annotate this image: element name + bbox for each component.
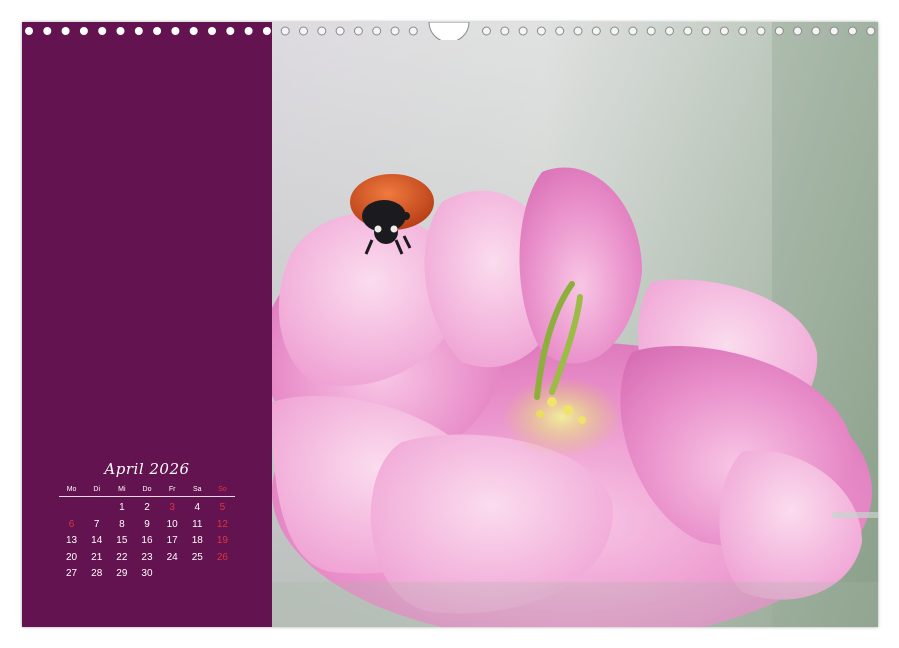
binding-hole <box>811 26 821 36</box>
calendar-day: 5 <box>219 502 226 513</box>
binding-hole <box>738 26 748 36</box>
binding-hole <box>372 26 382 36</box>
binding-hole <box>774 26 784 36</box>
binding-hole <box>61 27 70 35</box>
binding-hole <box>500 26 510 36</box>
binding-hole <box>208 27 216 35</box>
calendar-day: 29 <box>116 568 128 579</box>
binding-hole <box>171 27 180 35</box>
calendar-day: 22 <box>116 551 128 563</box>
calendar-day: 19 <box>216 535 228 546</box>
binding-hole <box>353 26 363 36</box>
calendar-day: 28 <box>91 568 103 579</box>
binding-hole <box>189 27 198 35</box>
binding-hole <box>262 27 271 35</box>
calendar-day: 17 <box>166 535 178 546</box>
binding-hole <box>665 26 674 36</box>
flower-photo <box>272 22 878 627</box>
binding-hole <box>408 26 418 36</box>
binding-hole <box>317 26 327 36</box>
spiral-binding-holes <box>22 22 878 40</box>
binding-hole <box>134 27 143 35</box>
binding-hole <box>573 26 583 36</box>
weekday-header: Di <box>84 486 110 497</box>
binding-hole <box>299 26 308 36</box>
calendar-grid: Mo Di Mi Do Fr Sa So 1 2 3 4 5 6 7 8 9 10 11 12 13 14 15 16 17 1… <box>59 486 235 583</box>
calendar-day: 21 <box>91 551 103 563</box>
hanger-notch <box>428 22 470 40</box>
binding-hole <box>335 26 345 36</box>
calendar-day: 2 <box>144 502 150 513</box>
month-calendar: April 2026 Mo Di Mi Do Fr Sa So 1 2 3 4 5 6 7 8 9 10 11 12… <box>59 460 235 583</box>
calendar-day: 15 <box>116 535 128 546</box>
binding-hole <box>390 26 400 36</box>
binding-hole <box>536 26 546 36</box>
weekday-header: Mi <box>109 486 135 497</box>
weekday-header: So <box>209 486 235 497</box>
calendar-day: 11 <box>192 518 203 530</box>
calendar-day: 10 <box>166 518 178 530</box>
weekday-header: Fr <box>159 486 185 497</box>
calendar-day: 9 <box>144 518 150 530</box>
calendar-day: 1 <box>119 502 125 513</box>
binding-hole <box>756 26 766 36</box>
binding-hole <box>866 26 876 36</box>
weekday-header: Mo <box>59 486 85 497</box>
binding-hole <box>555 26 565 36</box>
binding-hole <box>518 26 528 36</box>
calendar-day <box>185 566 210 583</box>
calendar-day: 14 <box>91 535 103 546</box>
binding-hole <box>591 26 601 36</box>
binding-hole <box>701 26 711 36</box>
calendar-day <box>84 500 109 517</box>
calendar-day: 20 <box>66 551 78 563</box>
calendar-day: 25 <box>191 551 203 563</box>
calendar-day: 16 <box>141 535 153 546</box>
binding-hole <box>482 26 491 36</box>
calendar-day <box>59 500 84 517</box>
binding-hole <box>116 27 125 35</box>
calendar-day: 12 <box>216 518 228 530</box>
binding-hole <box>226 27 235 35</box>
calendar-day: 13 <box>66 535 78 546</box>
binding-hole <box>683 26 693 36</box>
calendar-day: 26 <box>216 551 228 563</box>
binding-hole <box>829 26 839 36</box>
binding-hole <box>646 26 656 36</box>
calendar-day: 27 <box>66 568 78 579</box>
calendar-page: April 2026 Mo Di Mi Do Fr Sa So 1 2 3 4 5 6 7 8 9 10 11 12… <box>22 22 878 627</box>
binding-hole <box>793 26 803 36</box>
calendar-day: 4 <box>194 502 201 513</box>
calendar-day: 23 <box>141 551 153 563</box>
binding-hole <box>628 26 638 36</box>
calendar-day <box>210 566 235 583</box>
binding-hole <box>43 27 52 35</box>
calendar-day: 6 <box>68 518 75 530</box>
binding-hole <box>848 26 857 36</box>
calendar-day: 24 <box>166 551 178 563</box>
calendar-day: 3 <box>169 502 175 513</box>
binding-hole <box>719 26 729 36</box>
calendar-day: 30 <box>141 568 153 579</box>
binding-hole <box>25 27 33 35</box>
binding-hole <box>280 26 290 36</box>
binding-hole <box>98 27 107 35</box>
binding-hole <box>244 27 253 35</box>
binding-hole <box>153 27 162 35</box>
binding-hole <box>79 27 88 35</box>
calendar-day: 18 <box>191 535 203 546</box>
calendar-day <box>160 566 185 583</box>
calendar-day: 7 <box>93 518 100 530</box>
ladybug-on-pink-flower-image <box>272 22 878 627</box>
weekday-header: Sa <box>184 486 210 497</box>
calendar-day: 8 <box>119 518 125 530</box>
weekday-header: Do <box>134 486 160 497</box>
month-title: April 2026 <box>104 460 190 478</box>
binding-hole <box>610 26 620 36</box>
